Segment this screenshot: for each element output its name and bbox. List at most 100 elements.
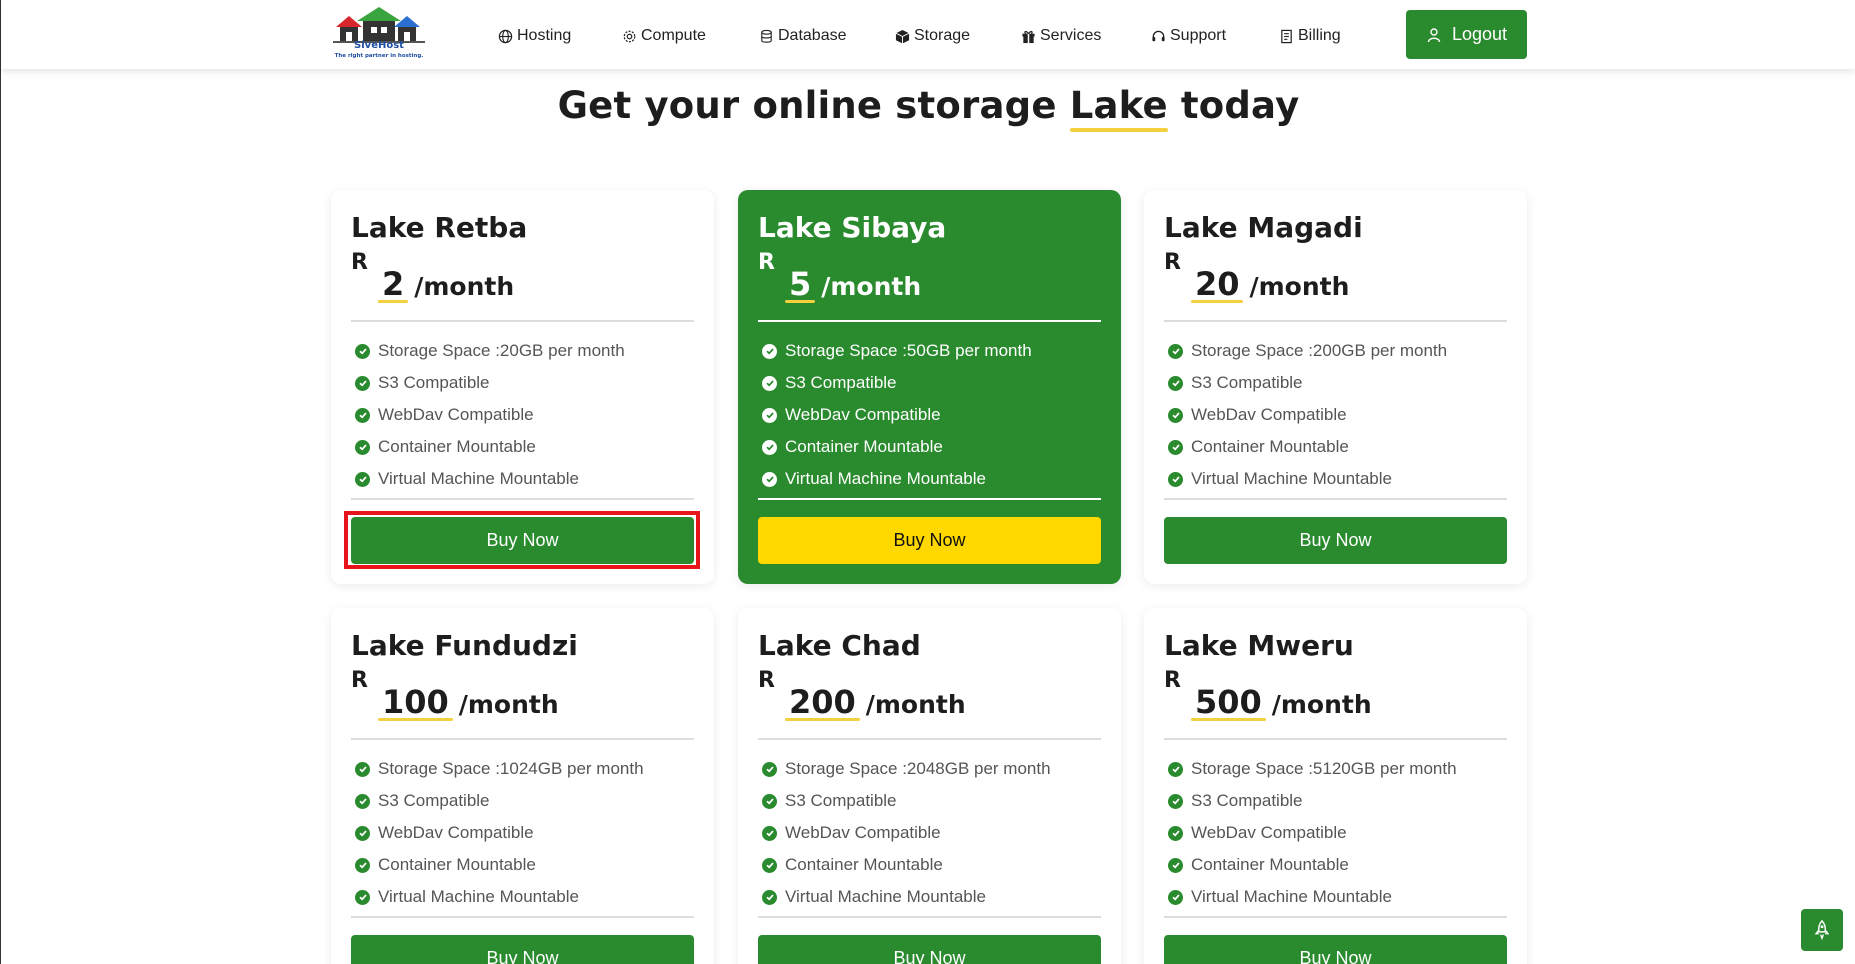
plan-card-lake-fundudzi: Lake Fundudzi R 100 /month Storage Space… [331, 608, 714, 964]
check-circle-icon [1168, 407, 1183, 423]
price-amount: 20 [1190, 265, 1244, 303]
divider [1164, 498, 1507, 500]
check-circle-icon [355, 761, 370, 777]
feature-text: WebDav Compatible [1191, 405, 1347, 424]
check-circle-icon [1168, 825, 1183, 841]
feature-item: Container Mountable [1168, 849, 1457, 881]
divider [351, 498, 694, 500]
buy-now-button[interactable]: Buy Now [1164, 935, 1507, 964]
check-circle-icon [1168, 375, 1183, 391]
feature-item: Virtual Machine Mountable [355, 463, 625, 495]
scroll-top-button[interactable] [1801, 909, 1843, 951]
feature-item: Container Mountable [762, 849, 1051, 881]
plan-title: Lake Mweru [1164, 629, 1354, 662]
feature-text: Storage Space :1024GB per month [378, 759, 644, 778]
divider [351, 320, 694, 322]
nav-compute[interactable]: Compute [622, 26, 706, 46]
feature-text: S3 Compatible [785, 791, 897, 810]
globe-icon [498, 29, 513, 43]
plan-card-lake-chad: Lake Chad R 200 /month Storage Space :20… [738, 608, 1121, 964]
nav-support[interactable]: Support [1151, 26, 1226, 46]
feature-list: Storage Space :50GB per month S3 Compatib… [762, 335, 1032, 495]
check-circle-icon [355, 407, 370, 423]
logout-button[interactable]: Logout [1406, 10, 1527, 59]
feature-item: Virtual Machine Mountable [762, 463, 1032, 495]
buy-now-button[interactable]: Buy Now [1164, 517, 1507, 564]
feature-item: Container Mountable [762, 431, 1032, 463]
buy-now-button[interactable]: Buy Now [758, 935, 1101, 964]
check-circle-icon [355, 375, 370, 391]
check-circle-icon [762, 889, 777, 905]
check-circle-icon [762, 375, 777, 391]
currency-symbol: R [1164, 250, 1181, 275]
feature-text: Storage Space :20GB per month [378, 341, 625, 360]
feature-item: Storage Space :2048GB per month [762, 753, 1051, 785]
plan-card-lake-magadi: Lake Magadi R 20 /month Storage Space :2… [1144, 190, 1527, 584]
selection-highlight [344, 511, 700, 569]
receipt-icon [1281, 29, 1292, 43]
rocket-icon [1814, 919, 1830, 941]
feature-item: WebDav Compatible [1168, 817, 1457, 849]
feature-item: Container Mountable [1168, 431, 1447, 463]
price-period: /month [414, 272, 515, 301]
check-circle-icon [355, 439, 370, 455]
nav-support-label: Support [1170, 27, 1227, 44]
feature-text: Virtual Machine Mountable [1191, 887, 1392, 906]
feature-text: S3 Compatible [785, 373, 897, 392]
nav-billing-label: Billing [1298, 27, 1341, 44]
check-circle-icon [1168, 343, 1183, 359]
price-amount: 2 [377, 265, 409, 303]
plan-title: Lake Retba [351, 211, 528, 244]
plan-title: Lake Fundudzi [351, 629, 578, 662]
feature-list: Storage Space :5120GB per month S3 Compat… [1168, 753, 1457, 913]
check-circle-icon [355, 793, 370, 809]
feature-text: WebDav Compatible [1191, 823, 1347, 842]
plan-card-lake-mweru: Lake Mweru R 500 /month Storage Space :5… [1144, 608, 1527, 964]
headline-before: Get your online storage [557, 84, 1070, 127]
check-circle-icon [762, 439, 777, 455]
feature-text: S3 Compatible [1191, 791, 1303, 810]
gift-icon [1022, 30, 1035, 43]
feature-list: Storage Space :20GB per month S3 Compatib… [355, 335, 625, 495]
feature-text: WebDav Compatible [785, 823, 941, 842]
check-circle-icon [762, 407, 777, 423]
nav-hosting[interactable]: Hosting [498, 26, 571, 46]
price-period: /month [1249, 272, 1350, 301]
feature-item: S3 Compatible [762, 367, 1032, 399]
feature-text: Container Mountable [378, 437, 536, 456]
divider [758, 320, 1101, 322]
feature-item: Container Mountable [355, 431, 625, 463]
feature-text: S3 Compatible [378, 791, 490, 810]
headset-icon [1152, 30, 1165, 41]
feature-text: Storage Space :2048GB per month [785, 759, 1051, 778]
gear-icon [623, 30, 636, 42]
feature-item: Storage Space :200GB per month [1168, 335, 1447, 367]
feature-list: Storage Space :2048GB per month S3 Compat… [762, 753, 1051, 913]
check-circle-icon [1168, 793, 1183, 809]
box-icon [895, 29, 910, 44]
feature-text: Container Mountable [785, 437, 943, 456]
nav-services[interactable]: Services [1021, 26, 1101, 46]
logout-label: Logout [1451, 24, 1508, 44]
check-circle-icon [355, 857, 370, 873]
feature-item: WebDav Compatible [1168, 399, 1447, 431]
feature-text: Container Mountable [378, 855, 536, 874]
nav-billing[interactable]: Billing [1279, 26, 1341, 46]
nav-database[interactable]: Database [759, 26, 847, 46]
price-period: /month [821, 272, 922, 301]
plan-title: Lake Magadi [1164, 211, 1363, 244]
feature-text: Storage Space :5120GB per month [1191, 759, 1457, 778]
divider [351, 916, 694, 918]
nav-storage[interactable]: Storage [895, 26, 970, 46]
buy-now-button[interactable]: Buy Now [758, 517, 1101, 564]
feature-item: S3 Compatible [355, 785, 644, 817]
page-title: Get your online storage Lake today [1, 84, 1855, 132]
check-circle-icon [355, 471, 370, 487]
plan-price: R 100 /month [351, 668, 559, 721]
feature-item: Virtual Machine Mountable [1168, 463, 1447, 495]
feature-text: WebDav Compatible [378, 405, 534, 424]
currency-symbol: R [1164, 668, 1181, 693]
feature-list: Storage Space :1024GB per month S3 Compat… [355, 753, 644, 913]
plan-price: R 5 /month [758, 250, 922, 303]
buy-now-button[interactable]: Buy Now [351, 935, 694, 964]
